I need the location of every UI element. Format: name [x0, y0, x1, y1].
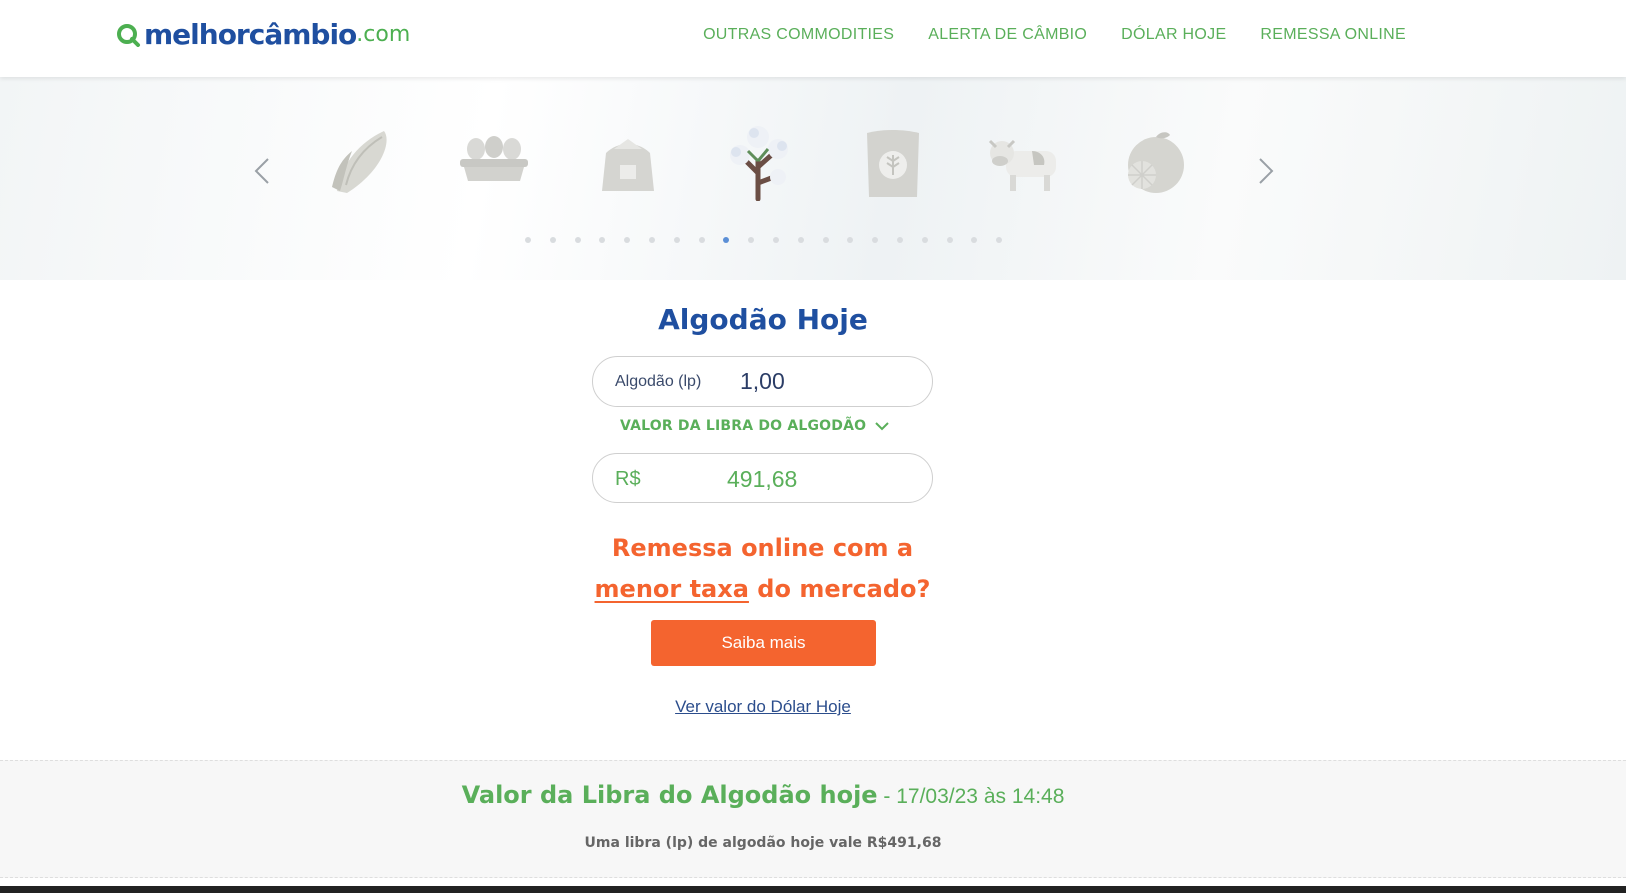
sugar-sack-icon[interactable] [588, 121, 668, 201]
promo-line1: Remessa online com a [611, 534, 914, 562]
promo-line2: menor taxa do mercado? [560, 569, 965, 610]
carousel-dot[interactable] [624, 237, 631, 243]
unit-select[interactable]: VALOR DA LIBRA DO ALGODÃO [620, 418, 890, 434]
carousel-dot[interactable] [549, 237, 556, 243]
commodity-carousel [0, 77, 1626, 280]
commodity-amount-input[interactable] [740, 368, 910, 395]
carousel-next-icon[interactable] [1254, 153, 1278, 189]
site-header: melhorcâmbio .com OUTRAS COMMODITIES ALE… [0, 0, 1626, 77]
ver-dolar-hoje-link[interactable]: Ver valor do Dólar Hoje [675, 697, 851, 716]
carousel-dot[interactable] [599, 237, 606, 243]
carousel-dot[interactable] [847, 237, 854, 243]
price-summary-title: Valor da Libra do Algodão hoje [461, 781, 878, 809]
grain-sack-icon[interactable] [853, 121, 933, 201]
saiba-mais-button[interactable]: Saiba mais [651, 620, 876, 666]
promo-line2-rest: do mercado? [748, 575, 931, 603]
chevron-down-icon [875, 422, 889, 431]
carousel-dot[interactable] [648, 237, 655, 243]
commodity-amount-field: Algodão (lp) [592, 356, 933, 407]
price-summary-text: Uma libra (lp) de algodão hoje vale R$49… [584, 835, 942, 851]
carousel-dot[interactable] [574, 237, 581, 243]
nav-remessa-online[interactable]: REMESSA ONLINE [1260, 26, 1406, 44]
nav-alerta-de-cambio[interactable]: ALERTA DE CÂMBIO [928, 26, 1087, 44]
brl-amount-field: R$ [592, 453, 933, 503]
logo-suffix-text: .com [356, 21, 411, 47]
nav-outras-commodities[interactable]: OUTRAS COMMODITIES [703, 26, 894, 44]
carousel-dot[interactable] [996, 237, 1003, 243]
carousel-items [318, 121, 1218, 201]
remessa-promo: Remessa online com a menor taxa do merca… [560, 528, 965, 610]
nav-dolar-hoje[interactable]: DÓLAR HOJE [1121, 26, 1226, 44]
carousel-dot[interactable] [698, 237, 705, 243]
carousel-dot[interactable] [896, 237, 903, 243]
footer-bar [0, 886, 1626, 893]
cow-icon[interactable] [984, 121, 1064, 201]
carousel-dot[interactable] [872, 237, 879, 243]
cotton-icon[interactable] [720, 121, 800, 201]
price-summary-date: - 17/03/23 às 14:48 [877, 785, 1065, 808]
page-title: Algodão Hoje [658, 303, 868, 336]
carousel-prev-icon[interactable] [250, 153, 274, 189]
carousel-dot[interactable] [525, 237, 531, 243]
promo-highlight-link[interactable]: menor taxa [595, 575, 749, 603]
carousel-dot[interactable] [822, 237, 829, 243]
currency-label: R$ [615, 468, 641, 490]
commodity-amount-label: Algodão (lp) [615, 373, 702, 390]
carousel-dot[interactable] [946, 237, 953, 243]
carousel-dot[interactable] [772, 237, 779, 243]
carousel-dot[interactable] [723, 237, 730, 243]
carousel-dot[interactable] [673, 237, 680, 243]
corn-icon[interactable] [322, 121, 402, 201]
eggs-icon[interactable] [454, 121, 534, 201]
magnifier-logo-icon [117, 24, 140, 47]
carousel-pagination [525, 237, 1003, 243]
main-nav: OUTRAS COMMODITIES ALERTA DE CÂMBIO DÓLA… [703, 26, 1406, 44]
orange-icon[interactable] [1116, 121, 1196, 201]
price-summary: Valor da Libra do Algodão hoje - 17/03/2… [0, 760, 1626, 878]
carousel-dot[interactable] [921, 237, 928, 243]
unit-select-label: VALOR DA LIBRA DO ALGODÃO [620, 418, 867, 434]
site-logo[interactable]: melhorcâmbio .com [116, 14, 410, 54]
logo-brand-text: melhorcâmbio [144, 17, 357, 51]
carousel-dot[interactable] [971, 237, 978, 243]
dollar-link-wrapper: Ver valor do Dólar Hoje [0, 697, 1526, 717]
carousel-dot[interactable] [748, 237, 755, 243]
brl-amount-input[interactable] [727, 466, 897, 493]
price-summary-heading: Valor da Libra do Algodão hoje - 17/03/2… [0, 781, 1526, 809]
carousel-dot[interactable] [797, 237, 804, 243]
